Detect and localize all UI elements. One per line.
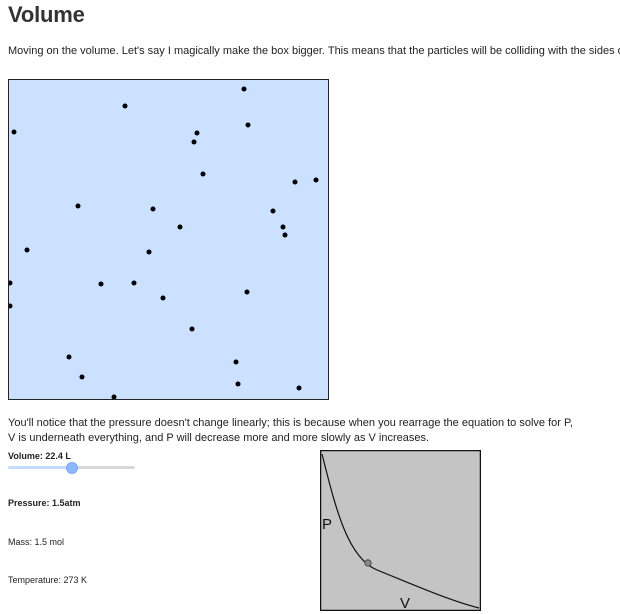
gas-particle (75, 203, 81, 209)
volume-label: Volume: 22.4 L (8, 451, 71, 461)
gas-particle (160, 295, 166, 301)
volume-slider-handle[interactable] (65, 462, 78, 474)
gas-particle (122, 103, 128, 109)
gas-particle (191, 139, 197, 145)
gas-particle (146, 249, 152, 255)
gas-particle (313, 177, 319, 183)
v-axis-label: V (400, 595, 410, 611)
pressure-label: Pressure: 1.5atm (8, 498, 81, 508)
page-title: Volume (8, 2, 85, 27)
current-state-point (364, 559, 372, 567)
gas-particle (296, 385, 302, 391)
gas-particle (233, 359, 239, 365)
gas-particle (9, 280, 13, 286)
gas-particle (9, 303, 13, 309)
gas-particle (24, 247, 30, 253)
gas-particle (245, 122, 251, 128)
gas-particle (194, 130, 200, 136)
gas-particle (235, 381, 241, 387)
gas-particle (98, 281, 104, 287)
gas-particle (111, 394, 117, 399)
gas-particle (66, 354, 72, 360)
gas-particle (189, 326, 195, 332)
gas-particle (200, 171, 206, 177)
gas-particle (282, 232, 288, 238)
p-axis-label: P (322, 516, 332, 533)
intro-paragraph: Moving on the volume. Let's say I magica… (8, 45, 620, 57)
gas-particle (11, 129, 17, 135)
gas-particle (292, 179, 298, 185)
explanation-paragraph: You'll notice that the pressure doesn't … (8, 417, 573, 444)
particle-box (8, 79, 329, 400)
pressure-volume-graph: P V (320, 450, 481, 611)
gas-particle (241, 86, 247, 92)
volume-slider[interactable] (8, 462, 135, 474)
volume-slider-fill (8, 466, 72, 469)
gas-particle (177, 224, 183, 230)
mass-label: Mass: 1.5 mol (8, 537, 65, 547)
gas-particle (79, 374, 85, 380)
gas-particle (131, 280, 137, 286)
gas-particle (150, 206, 156, 212)
gas-particle (244, 289, 250, 295)
gas-particle (270, 208, 276, 214)
gas-particle (280, 224, 286, 230)
temperature-label: Temperature: 273 K (8, 575, 88, 585)
